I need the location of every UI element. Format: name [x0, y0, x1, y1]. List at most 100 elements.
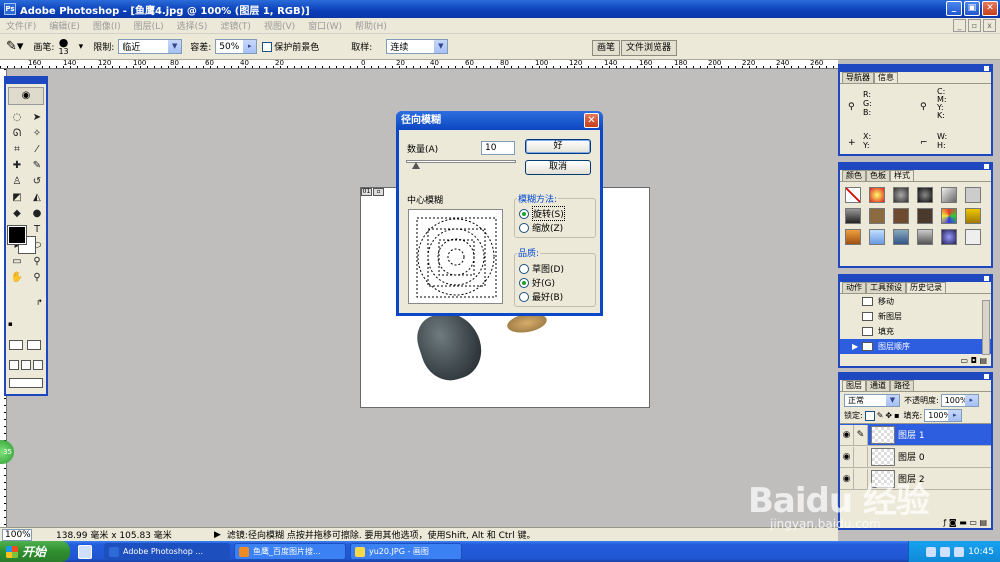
style-swatch[interactable] [965, 187, 981, 203]
photoshop-app-icon[interactable]: Ps [4, 3, 16, 15]
history-item[interactable]: 填充 [840, 324, 991, 339]
lock-brush-icon[interactable]: ✎ [877, 411, 884, 420]
style-swatch[interactable] [917, 229, 933, 245]
quality-draft-radio[interactable]: 草图(D) [519, 262, 564, 275]
style-swatch[interactable] [941, 229, 957, 245]
blur-center-preview[interactable] [408, 209, 503, 304]
healing-brush-icon[interactable]: ✚ [8, 158, 26, 173]
marquee-tool-icon[interactable]: ◌ [8, 110, 26, 125]
photoshop-eye-icon[interactable]: ◉ [8, 87, 44, 105]
layer-row[interactable]: ◉ 图层 0 [840, 446, 991, 468]
clock[interactable]: 10:45 [968, 547, 994, 557]
lasso-tool-icon[interactable]: ᘏ [8, 126, 26, 141]
new-set-icon[interactable]: ▬ [959, 518, 967, 527]
menu-window[interactable]: 窗口(W) [308, 19, 342, 32]
style-swatch[interactable] [869, 208, 885, 224]
swap-colors-icon[interactable]: ↱ [36, 298, 43, 307]
panel-header[interactable] [840, 66, 991, 72]
history-brush-icon[interactable]: ↺ [28, 174, 46, 189]
brush-dropdown-icon[interactable]: ▾ [79, 42, 84, 52]
screen-mode-full-menu-icon[interactable] [21, 360, 31, 370]
mask-icon[interactable]: ◙ [949, 518, 957, 527]
eraser-tool-icon[interactable]: ◩ [8, 190, 26, 205]
style-swatch[interactable] [845, 229, 861, 245]
start-button[interactable]: 开始 [0, 541, 70, 562]
taskbar-item-browser[interactable]: 鱼鹰_百度图片搜... [234, 543, 346, 560]
tab-info[interactable]: 信息 [874, 72, 898, 83]
dialog-title[interactable]: 径向模糊 [396, 111, 603, 130]
tab-channels[interactable]: 通道 [866, 380, 890, 391]
protect-foreground-checkbox[interactable] [262, 41, 273, 52]
ok-button[interactable]: 好 [525, 139, 591, 154]
close-button[interactable]: ✕ [982, 1, 998, 16]
screen-mode-standard-icon[interactable] [9, 360, 19, 370]
menu-select[interactable]: 选择(S) [177, 19, 208, 32]
lock-transparency-checkbox[interactable] [864, 410, 875, 421]
type-tool-icon[interactable]: T [28, 222, 46, 237]
tab-brushes[interactable]: 画笔 [592, 40, 621, 56]
taskbar-item-paint[interactable]: yu20.JPG - 画图 [350, 543, 462, 560]
snapshot-icon[interactable]: ◘ [971, 356, 977, 365]
link-icon[interactable] [854, 446, 868, 467]
doc-minimize-button[interactable]: _ [953, 19, 966, 32]
new-layer-icon[interactable]: ▭ [969, 518, 977, 527]
notes-tool-icon[interactable]: ▭ [8, 254, 26, 269]
magic-wand-icon[interactable]: ✧ [28, 126, 46, 141]
quality-good-radio[interactable]: 好(G) [519, 276, 555, 289]
lock-all-icon[interactable]: ▪ [894, 411, 899, 420]
toolbox-header[interactable] [6, 78, 46, 84]
panel-scrollbar[interactable] [982, 300, 990, 355]
dodge-tool-icon[interactable]: ● [28, 206, 46, 221]
style-swatch[interactable] [845, 208, 861, 224]
style-swatch[interactable] [941, 187, 957, 203]
doc-tab-label[interactable]: 01 [361, 188, 372, 196]
doc-window-icon[interactable]: ▫ [373, 188, 384, 196]
layer-row-selected[interactable]: ◉ ✎ 图层 1 [840, 424, 991, 446]
tab-navigator[interactable]: 导航器 [842, 72, 874, 83]
blur-tool-icon[interactable]: ◆ [8, 206, 26, 221]
restore-button[interactable]: ▣ [964, 1, 980, 16]
default-colors-icon[interactable]: ▪ [8, 320, 13, 328]
style-swatch[interactable] [941, 208, 957, 224]
style-swatch[interactable] [917, 187, 933, 203]
amount-slider-thumb[interactable] [412, 162, 420, 169]
eye-icon[interactable]: ◉ [840, 446, 854, 467]
menu-file[interactable]: 文件(F) [6, 19, 36, 32]
quick-launch-icon[interactable] [78, 544, 92, 559]
lock-move-icon[interactable]: ✥ [885, 411, 892, 420]
move-tool-icon[interactable]: ➤ [28, 110, 46, 125]
history-item-selected[interactable]: ▶ 图层顺序 [840, 339, 991, 354]
method-zoom-radio[interactable]: 缩放(Z) [519, 221, 563, 234]
style-swatch[interactable] [869, 229, 885, 245]
crop-tool-icon[interactable]: ⌗ [8, 142, 26, 157]
trash-icon[interactable]: ▤ [979, 356, 987, 365]
hand-tool-icon[interactable]: ✋ [8, 270, 26, 285]
standard-mode-icon[interactable] [9, 340, 23, 350]
quality-best-radio[interactable]: 最好(B) [519, 290, 563, 303]
doc-restore-button[interactable]: ▫ [968, 19, 981, 32]
brush-picker[interactable]: ● 13 [58, 37, 68, 56]
menu-help[interactable]: 帮助(H) [355, 19, 387, 32]
tray-icon[interactable] [940, 546, 951, 557]
style-none-swatch[interactable] [845, 187, 861, 203]
menu-view[interactable]: 视图(V) [264, 19, 295, 32]
status-arrow-icon[interactable]: ▶ [214, 530, 221, 540]
tab-styles[interactable]: 样式 [890, 170, 914, 181]
stamp-tool-icon[interactable]: ♙ [8, 174, 26, 189]
method-spin-radio[interactable]: 旋转(S) [519, 206, 565, 221]
amount-input[interactable]: 10 [481, 141, 515, 155]
minimize-button[interactable]: _ [946, 1, 962, 16]
menu-image[interactable]: 图像(I) [93, 19, 121, 32]
tab-file-browser[interactable]: 文件浏览器 [621, 40, 678, 56]
style-swatch[interactable] [965, 208, 981, 224]
eye-icon[interactable]: ◉ [840, 424, 854, 445]
tab-actions[interactable]: 动作 [842, 282, 866, 293]
zoom-field[interactable]: 100% [2, 528, 32, 541]
tab-layers[interactable]: 图层 [842, 380, 866, 391]
taskbar-item-photoshop[interactable]: Adobe Photoshop ... [104, 543, 230, 560]
tab-swatches[interactable]: 色板 [866, 170, 890, 181]
doc-close-button[interactable]: x [983, 19, 996, 32]
sampling-select[interactable]: 连续 ▼ [386, 39, 449, 54]
style-swatch[interactable] [893, 229, 909, 245]
tab-tool-presets[interactable]: 工具预设 [866, 282, 906, 293]
